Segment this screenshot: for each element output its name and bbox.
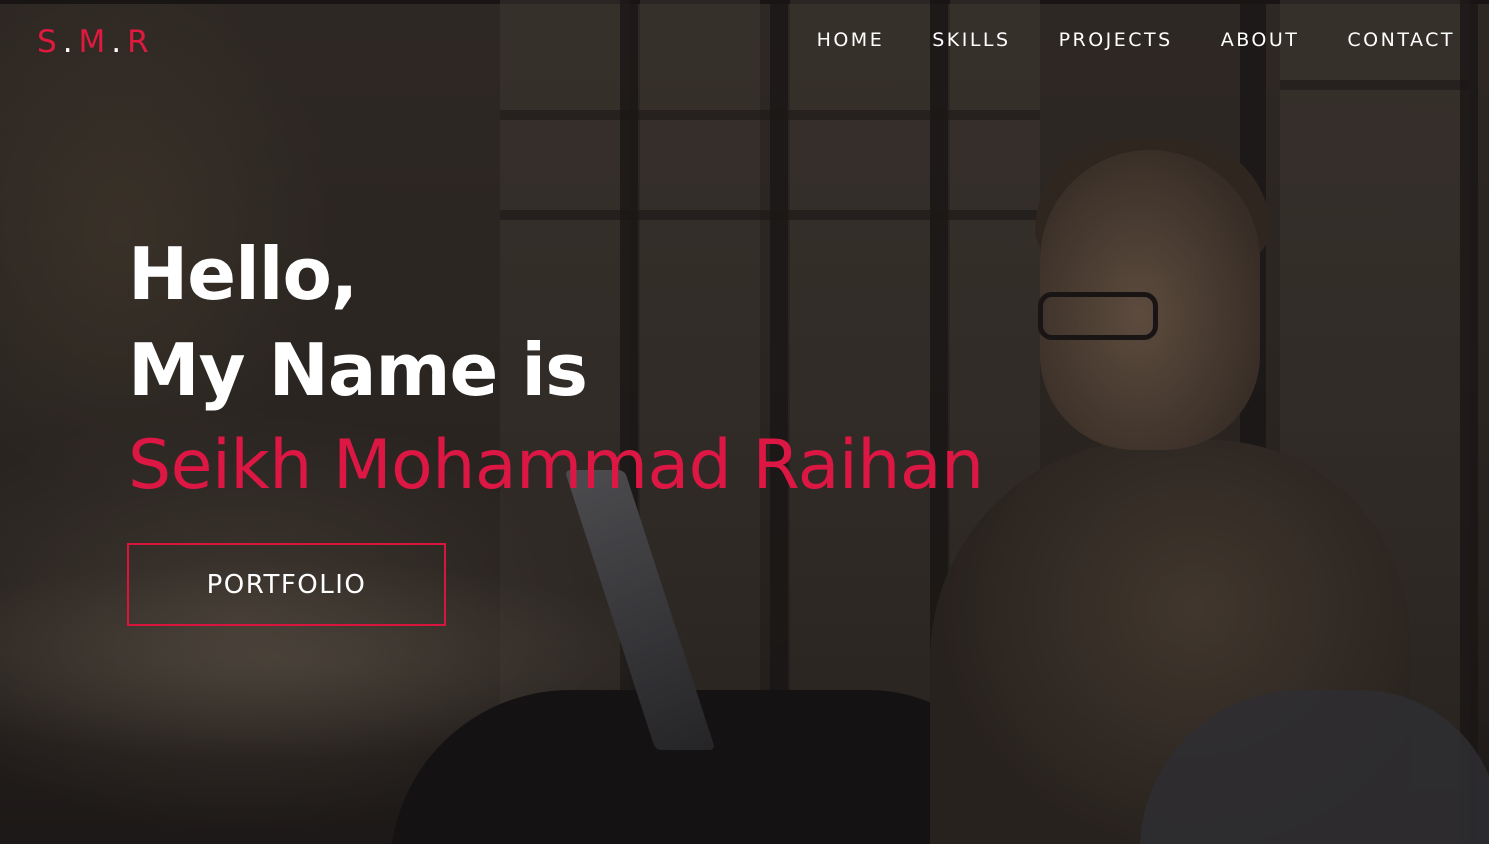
nav-skills-link[interactable]: SKILLS: [932, 29, 1010, 51]
nav-projects-link[interactable]: PROJECTS: [1059, 29, 1173, 51]
hero-section: S.M.R HOME SKILLS PROJECTS ABOUT CONTACT…: [0, 0, 1489, 844]
nav-contact-link[interactable]: CONTACT: [1347, 29, 1455, 51]
brand-letter: R: [127, 24, 155, 60]
brand-dot: .: [111, 24, 128, 60]
person-name-heading: Seikh Mohammad Raihan: [128, 426, 984, 505]
brand-dot: .: [62, 24, 79, 60]
portfolio-button[interactable]: PORTFOLIO: [127, 543, 446, 626]
hero-intro: Hello, My Name is Seikh Mohammad Raihan: [128, 226, 984, 514]
brand-letter: M: [78, 24, 112, 60]
greeting-heading: Hello,: [128, 232, 358, 316]
brand-letter: S: [37, 24, 63, 60]
brand-logo[interactable]: S.M.R: [37, 24, 155, 60]
nav-links: HOME SKILLS PROJECTS ABOUT CONTACT: [769, 29, 1455, 51]
navbar: S.M.R HOME SKILLS PROJECTS ABOUT CONTACT: [0, 4, 1489, 76]
nav-home-link[interactable]: HOME: [817, 29, 885, 51]
name-intro-heading: My Name is: [128, 328, 588, 412]
nav-about-link[interactable]: ABOUT: [1221, 29, 1300, 51]
